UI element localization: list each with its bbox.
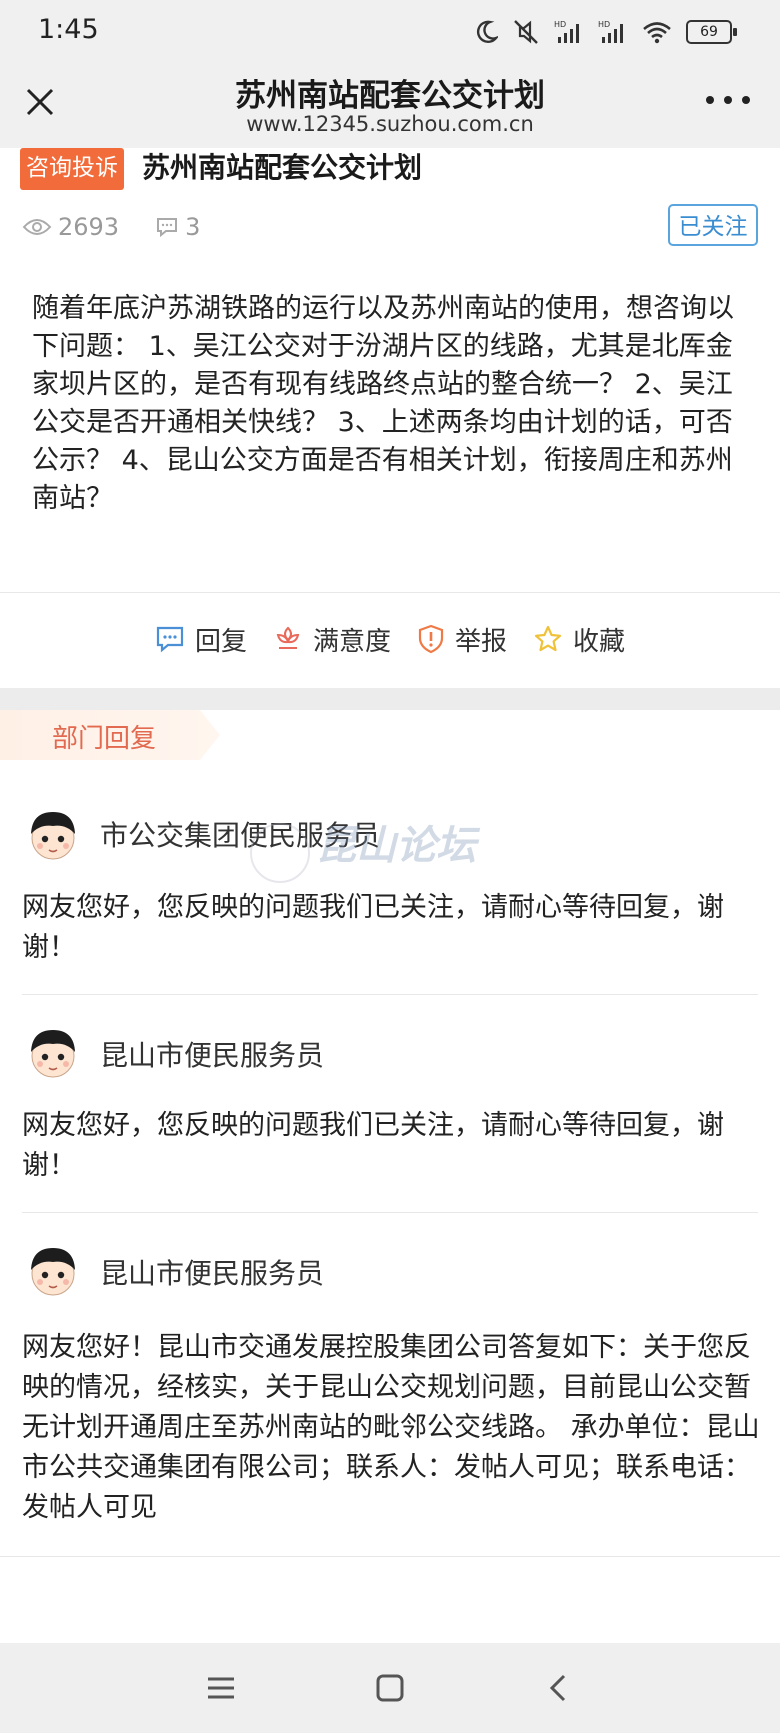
avatar bbox=[31, 1030, 75, 1078]
svg-text:HD: HD bbox=[598, 20, 610, 29]
mute-icon bbox=[514, 20, 538, 44]
app-bar: 苏州南站配套公交计划 www.12345.suzhou.com.cn bbox=[0, 66, 780, 148]
report-button[interactable]: 举报 bbox=[417, 621, 507, 658]
post-body: 随着年底沪苏湖铁路的运行以及苏州南站的使用，想咨询以下问题： 1、吴江公交对于汾… bbox=[32, 293, 734, 514]
follow-button[interactable]: 已关注 bbox=[668, 204, 758, 246]
avatar bbox=[31, 812, 75, 860]
reply-text: 网友您好，您反映的问题我们已关注，请耐心等待回复，谢谢！ bbox=[22, 892, 724, 963]
reply-button[interactable]: 回复 bbox=[155, 621, 247, 658]
signal-hd-icon: HD bbox=[554, 20, 579, 43]
favorite-label: 收藏 bbox=[573, 626, 626, 657]
star-icon bbox=[534, 625, 562, 652]
comment-count-value: 3 bbox=[185, 213, 201, 241]
post-header: 咨询投诉 苏州南站配套公交计划 bbox=[20, 148, 760, 190]
flower-icon bbox=[276, 626, 300, 649]
satisfaction-button[interactable]: 满意度 bbox=[273, 621, 391, 658]
view-count: 2693 bbox=[22, 213, 119, 241]
category-tag: 咨询投诉 bbox=[20, 148, 124, 190]
dot-icon bbox=[724, 96, 732, 104]
dept-reply-tab-label: 部门回复 bbox=[52, 724, 157, 754]
replier-name: 昆山市便民服务员 bbox=[100, 1257, 325, 1290]
back-icon[interactable] bbox=[542, 1671, 576, 1705]
page-title: 苏州南站配套公交计划 bbox=[235, 78, 545, 114]
page-url: www.12345.suzhou.com.cn bbox=[246, 112, 534, 136]
divider bbox=[0, 592, 780, 593]
replier-name: 昆山市便民服务员 bbox=[100, 1039, 325, 1072]
system-nav-bar bbox=[0, 1643, 780, 1733]
reply-label: 回复 bbox=[194, 626, 247, 657]
svg-text:HD: HD bbox=[554, 20, 566, 29]
favorite-button[interactable]: 收藏 bbox=[533, 621, 625, 658]
dot-icon bbox=[742, 96, 750, 104]
reply-icon bbox=[156, 626, 184, 653]
report-label: 举报 bbox=[455, 626, 508, 657]
dept-reply-tab: 部门回复 bbox=[0, 710, 220, 760]
home-icon[interactable] bbox=[373, 1671, 407, 1705]
status-icons: HD HD 69 bbox=[474, 16, 737, 48]
battery-icon: 69 bbox=[686, 20, 737, 44]
eye-icon bbox=[22, 219, 52, 235]
divider bbox=[22, 994, 758, 995]
post-meta: 2693 3 bbox=[22, 210, 236, 244]
post-title: 苏州南站配套公交计划 bbox=[142, 151, 423, 184]
action-bar: 回复 满意度 举报 收藏 bbox=[0, 602, 780, 676]
divider bbox=[22, 1212, 758, 1213]
dot-icon bbox=[706, 96, 714, 104]
menu-icon[interactable] bbox=[204, 1671, 238, 1705]
shield-icon bbox=[418, 624, 444, 654]
satisfaction-label: 满意度 bbox=[312, 626, 391, 657]
comment-count: 3 bbox=[155, 213, 200, 241]
view-count-value: 2693 bbox=[58, 213, 120, 241]
comment-icon bbox=[157, 218, 178, 238]
signal-hd-icon: HD bbox=[598, 20, 623, 43]
divider bbox=[0, 1556, 780, 1557]
avatar bbox=[31, 1248, 75, 1296]
status-bar: 1:45 HD HD 69 bbox=[0, 0, 780, 66]
status-time: 1:45 bbox=[38, 14, 99, 45]
section-separator bbox=[0, 688, 780, 710]
reply-text: 网友您好！昆山市交通发展控股集团公司答复如下：关于您反映的情况，经核实，关于昆山… bbox=[22, 1332, 760, 1523]
moon-icon bbox=[476, 20, 498, 43]
more-options-icon[interactable] bbox=[706, 90, 750, 110]
wifi-icon bbox=[643, 22, 671, 44]
replier-name: 市公交集团便民服务员 bbox=[100, 819, 381, 852]
reply-text: 网友您好，您反映的问题我们已关注，请耐心等待回复，谢谢！ bbox=[22, 1110, 724, 1181]
